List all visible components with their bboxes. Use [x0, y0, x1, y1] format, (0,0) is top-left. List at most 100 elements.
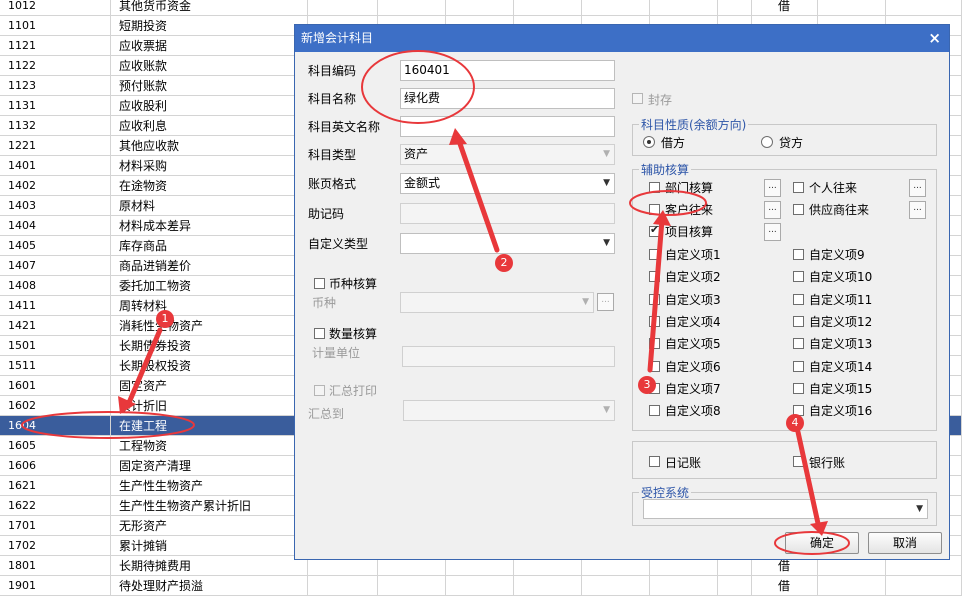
grid-cell: [582, 576, 650, 596]
account-code-cell: 1012: [0, 0, 111, 16]
grid-cell: [582, 0, 650, 16]
account-code-cell: 1121: [0, 36, 111, 56]
summary-print-checkbox[interactable]: [314, 385, 325, 396]
mnemonic-label: 助记码: [308, 207, 345, 221]
grid-cell: [308, 0, 378, 16]
grid-cell: [650, 576, 718, 596]
person-label: 个人往来: [809, 181, 858, 195]
account-code-cell: 1122: [0, 56, 111, 76]
unit-input[interactable]: [402, 346, 615, 367]
currency-select[interactable]: ▼: [400, 292, 594, 313]
custom-item-checkbox[interactable]: [649, 360, 660, 372]
account-code-cell: 1622: [0, 496, 111, 516]
currency-checkbox[interactable]: [314, 278, 325, 289]
english-name-input[interactable]: [400, 116, 615, 137]
currency-check-label: 币种核算: [329, 277, 378, 291]
custom-item-checkbox[interactable]: [793, 293, 804, 305]
account-code-cell: 1407: [0, 256, 111, 276]
customer-ellipsis-button[interactable]: ...: [764, 201, 781, 219]
nature-group: 科目性质(余额方向) 借方 贷方: [632, 116, 937, 156]
account-code-cell: 1606: [0, 456, 111, 476]
custom-item-label: 自定义项16: [809, 404, 873, 419]
project-ellipsis-button[interactable]: ...: [764, 223, 781, 241]
new-account-dialog: 新增会计科目 × 科目编码 160401 科目名称 绿化费 科目英文名称 科目类…: [294, 24, 950, 560]
grid-cell: [650, 0, 718, 16]
quantity-checkbox[interactable]: [314, 328, 325, 339]
credit-label: 贷方: [779, 136, 804, 150]
account-code-cell: 1405: [0, 236, 111, 256]
account-code-cell: 1101: [0, 16, 111, 36]
custom-item-checkbox[interactable]: [793, 382, 804, 394]
custom-item-checkbox[interactable]: [649, 338, 660, 350]
mnemonic-input[interactable]: [400, 203, 615, 224]
account-name-cell: 无形资产: [111, 516, 308, 536]
account-code-cell: 1701: [0, 516, 111, 536]
chevron-down-icon: ▼: [916, 504, 923, 514]
customer-checkbox[interactable]: [649, 204, 660, 215]
custom-item-checkbox[interactable]: [649, 293, 660, 305]
custom-item-label: 自定义项7: [665, 381, 721, 396]
account-name-cell: 其他货币资金: [111, 0, 308, 16]
credit-radio[interactable]: [761, 136, 773, 148]
debit-radio[interactable]: [643, 136, 655, 148]
dept-ellipsis-button[interactable]: ...: [764, 179, 781, 197]
account-name-cell: 原材料: [111, 196, 308, 216]
account-name-cell: 材料成本差异: [111, 216, 308, 236]
custom-item-checkbox[interactable]: [793, 315, 804, 327]
bank-checkbox[interactable]: [793, 456, 804, 467]
person-checkbox[interactable]: [793, 182, 804, 193]
account-type-select[interactable]: 资产 ▼: [400, 144, 615, 165]
account-name-cell: 应收利息: [111, 116, 308, 136]
account-name-cell: 固定资产清理: [111, 456, 308, 476]
custom-item-label: 自定义项3: [665, 292, 721, 307]
account-code-cell: 1123: [0, 76, 111, 96]
seal-checkbox[interactable]: [632, 93, 643, 104]
grid-cell: [446, 576, 514, 596]
controlled-system-select[interactable]: ▼: [643, 499, 928, 519]
account-name-input[interactable]: 绿化费: [400, 88, 615, 109]
custom-item-checkbox[interactable]: [649, 249, 660, 260]
account-name-cell: 应收账款: [111, 56, 308, 76]
grid-cell: [514, 576, 582, 596]
debit-label: 借方: [661, 136, 686, 150]
summary-to-select[interactable]: ▼: [403, 400, 615, 421]
supplier-checkbox[interactable]: [793, 204, 804, 215]
aux-accounting-group: 辅助核算 部门核算 ... 个人往来 ... 客户往来 ... 供应商往来 ..…: [632, 161, 937, 431]
type-label: 科目类型: [308, 148, 357, 162]
account-code-input[interactable]: 160401: [400, 60, 615, 81]
custom-item-checkbox[interactable]: [649, 315, 660, 327]
custom-item-checkbox[interactable]: [793, 271, 804, 283]
dept-checkbox[interactable]: [649, 182, 660, 193]
custom-item-label: 自定义项2: [665, 270, 721, 285]
supplier-ellipsis-button[interactable]: ...: [909, 201, 926, 219]
account-name-cell: 在途物资: [111, 176, 308, 196]
account-code-cell: 1601: [0, 376, 111, 396]
close-icon[interactable]: ×: [928, 25, 941, 52]
custom-item-label: 自定义项5: [665, 337, 721, 352]
chevron-down-icon: ▼: [582, 297, 589, 307]
custom-type-select[interactable]: ▼: [400, 233, 615, 254]
custom-item-checkbox[interactable]: [793, 338, 804, 350]
page-format-select[interactable]: 金额式 ▼: [400, 173, 615, 194]
custom-item-checkbox[interactable]: [793, 249, 804, 260]
account-code-cell: 1221: [0, 136, 111, 156]
account-code-cell: 1403: [0, 196, 111, 216]
nature-group-title: 科目性质(余额方向): [639, 116, 749, 133]
cancel-button[interactable]: 取消: [868, 532, 942, 554]
person-ellipsis-button[interactable]: ...: [909, 179, 926, 197]
format-label: 账页格式: [308, 177, 357, 191]
code-label: 科目编码: [308, 64, 357, 78]
journal-label: 日记账: [665, 456, 702, 470]
ok-button[interactable]: 确定: [785, 532, 859, 554]
grid-cell: [446, 0, 514, 16]
custom-item-checkbox[interactable]: [649, 271, 660, 283]
custom-item-checkbox[interactable]: [649, 405, 660, 417]
table-row[interactable]: 1012 其他货币资金 借: [0, 0, 962, 16]
project-checkbox[interactable]: ✔: [649, 223, 660, 237]
account-name-cell: 应收票据: [111, 36, 308, 56]
custom-item-checkbox[interactable]: [793, 360, 804, 372]
journal-checkbox[interactable]: [649, 456, 660, 467]
currency-ellipsis-button[interactable]: ...: [597, 293, 614, 311]
account-name-cell: 应收股利: [111, 96, 308, 116]
table-row[interactable]: 1901 待处理财产损溢 借: [0, 576, 962, 596]
